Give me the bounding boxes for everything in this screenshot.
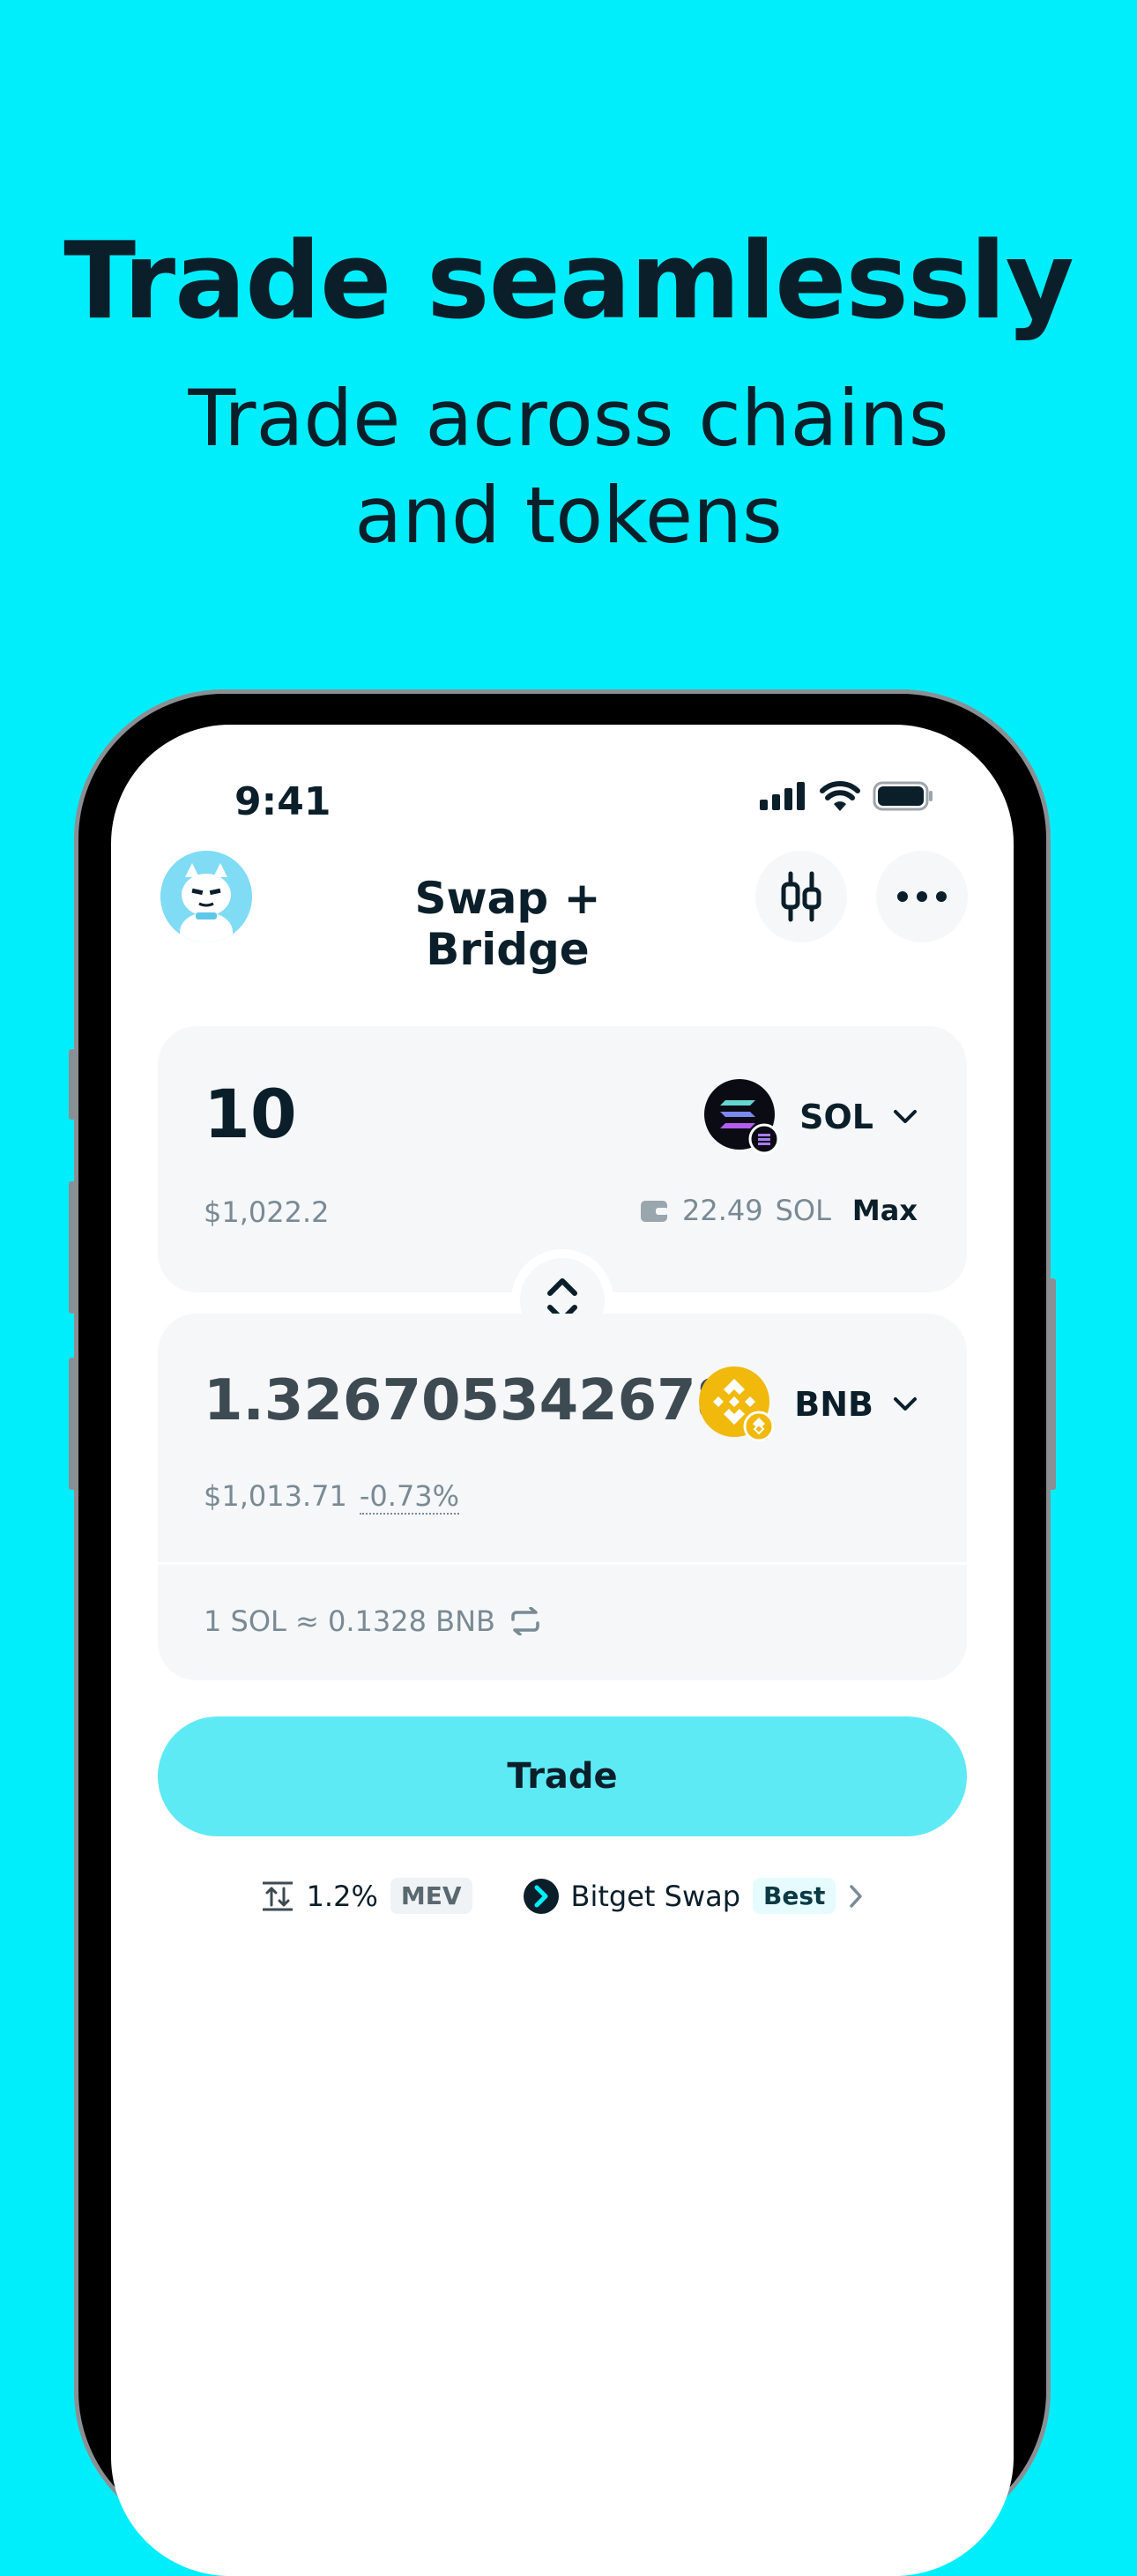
slippage-icon — [262, 1881, 293, 1910]
rate-row[interactable]: 1 SOL ≈ 0.1328 BNB — [204, 1604, 541, 1638]
to-usd-row: $1,013.71 -0.73% — [204, 1479, 460, 1515]
trade-button[interactable]: Trade — [158, 1716, 967, 1836]
candlestick-icon — [781, 871, 821, 922]
balance-token: SOL — [775, 1194, 831, 1227]
to-token-selector[interactable]: BNB — [699, 1366, 918, 1442]
wifi-icon — [820, 781, 860, 811]
cat-avatar-icon — [160, 851, 252, 942]
bitget-swap-logo-icon — [523, 1878, 559, 1914]
route-info-row[interactable]: 1.2% MEV Bitget Swap Best — [111, 1878, 1014, 1914]
slippage-value: 1.2% — [306, 1879, 378, 1913]
phone-volume-up — [69, 1181, 76, 1314]
price-impact[interactable]: -0.73% — [359, 1479, 460, 1515]
more-button[interactable] — [876, 851, 968, 942]
app-screen: 9:41 Swap + Bridge 10 $1,022.2 SOL 22.49… — [111, 725, 1014, 2576]
from-token-selector[interactable]: SOL — [704, 1079, 918, 1155]
chevron-down-icon — [894, 1397, 917, 1411]
wallet-icon — [640, 1201, 668, 1222]
chart-button[interactable] — [755, 851, 847, 942]
balance-row: 22.49 SOL Max — [640, 1194, 918, 1227]
chevron-right-icon — [850, 1884, 863, 1908]
promo-subline-line-2: and tokens — [354, 470, 783, 561]
avatar[interactable] — [160, 851, 252, 942]
to-amount: 1.326705342678 — [204, 1368, 736, 1433]
phone-power-button — [1049, 1278, 1056, 1490]
swap-provider-name: Bitget Swap — [570, 1879, 741, 1913]
promo-subline-line-1: Trade across chains — [188, 373, 949, 464]
from-usd-value: $1,022.2 — [204, 1195, 330, 1229]
refresh-rate-icon — [511, 1607, 539, 1635]
more-dots-icon — [897, 891, 947, 902]
best-badge: Best — [753, 1878, 836, 1914]
chevron-down-icon — [894, 1110, 917, 1123]
status-time: 9:41 — [234, 779, 331, 824]
exchange-rate: 1 SOL ≈ 0.1328 BNB — [204, 1604, 495, 1638]
signal-icon — [760, 782, 805, 810]
from-token-label: SOL — [799, 1098, 873, 1136]
to-usd-value: $1,013.71 — [204, 1479, 347, 1513]
max-button[interactable]: Max — [852, 1194, 918, 1227]
balance-amount: 22.49 — [681, 1194, 763, 1227]
page-title: Swap + Bridge — [414, 873, 601, 975]
to-card: 1.326705342678 $1,013.71 -0.73% BNB 1 SO… — [158, 1314, 967, 1680]
to-token-label: BNB — [794, 1385, 873, 1424]
promo-headline: Trade seamlessly — [63, 220, 1074, 343]
phone-volume-down — [69, 1358, 76, 1490]
bnb-token-icon — [699, 1366, 775, 1442]
sol-token-icon — [704, 1079, 780, 1155]
mev-badge: MEV — [390, 1878, 472, 1914]
phone-side-button — [69, 1049, 76, 1120]
battery-icon — [873, 781, 933, 811]
from-amount-input[interactable]: 10 — [204, 1075, 297, 1153]
promo-subline: Trade across chains and tokens — [128, 370, 1009, 564]
status-icons — [760, 781, 934, 811]
card-divider — [158, 1562, 967, 1565]
